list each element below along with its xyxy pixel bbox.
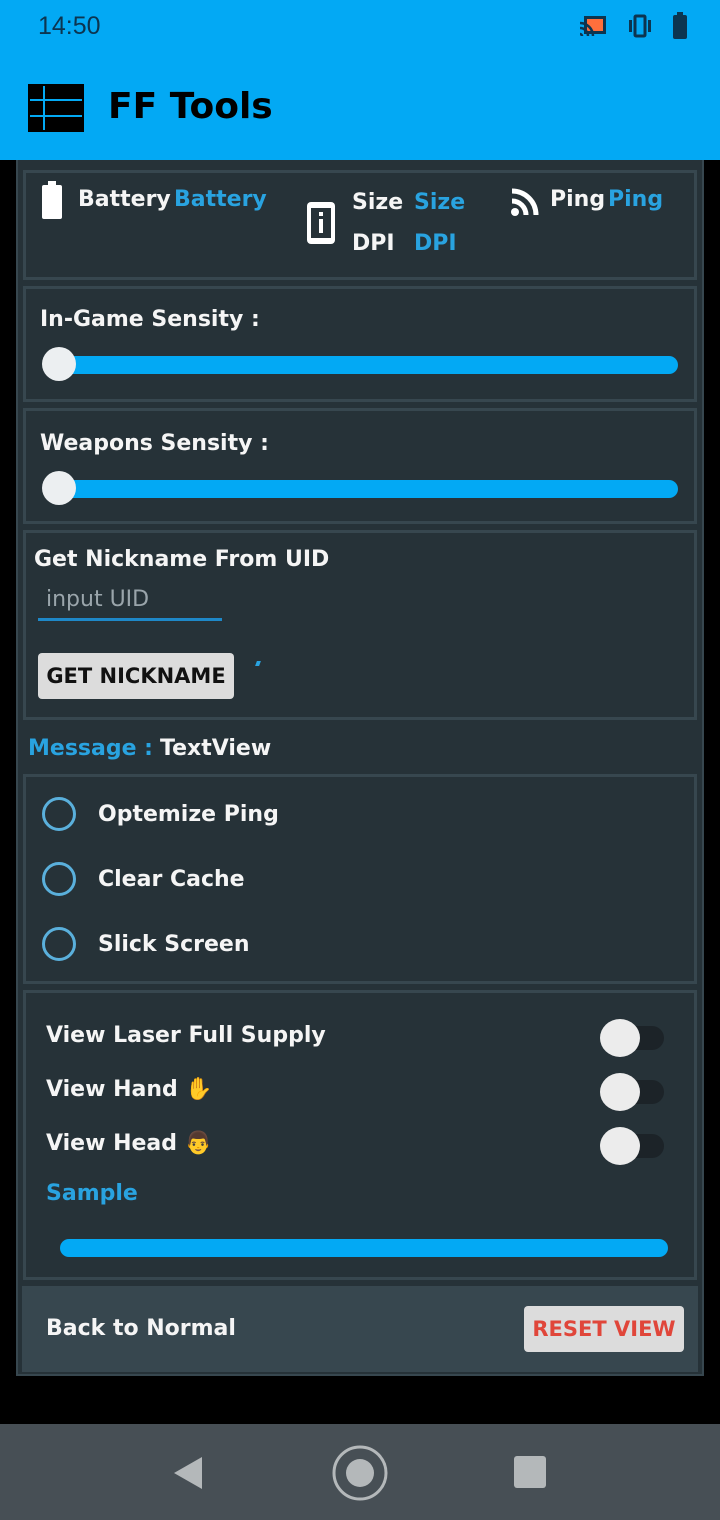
battery-label: Battery: [78, 187, 171, 212]
rss-ping-icon: [510, 187, 540, 221]
options-card: Optemize Ping Clear Cache Slick Screen: [23, 774, 697, 984]
option-slick-screen[interactable]: Slick Screen: [42, 923, 250, 965]
app-bar: FF Tools: [0, 56, 720, 160]
vibrate-icon: [626, 14, 654, 42]
nickname-result-text: [255, 661, 261, 666]
size-label: Size: [352, 190, 404, 215]
option-label: Optemize Ping: [98, 801, 279, 827]
view-hand-switch[interactable]: [600, 1073, 666, 1111]
slider-thumb[interactable]: [42, 471, 76, 505]
reset-bar: Back to Normal RESET VIEW: [22, 1286, 698, 1372]
dpi-label: DPI: [352, 231, 395, 256]
home-icon[interactable]: [331, 1444, 389, 1506]
toggle-row-head: View Head 👨: [46, 1125, 666, 1165]
reset-view-button[interactable]: RESET VIEW: [524, 1306, 684, 1352]
list-menu-icon[interactable]: [28, 84, 84, 136]
message-value: TextView: [160, 736, 272, 761]
ping-value: Ping: [608, 187, 664, 212]
option-clear-cache[interactable]: Clear Cache: [42, 858, 245, 900]
view-head-switch[interactable]: [600, 1127, 666, 1165]
toggle-label: View Head 👨: [46, 1131, 213, 1156]
option-label: Clear Cache: [98, 866, 245, 892]
recents-icon[interactable]: [514, 1456, 546, 1492]
ping-label: Ping: [550, 187, 606, 212]
option-optimize-ping[interactable]: Optemize Ping: [42, 793, 279, 835]
uid-input[interactable]: [38, 581, 222, 621]
weapons-sensitivity-card: Weapons Sensity :: [23, 408, 697, 524]
toggle-row-hand: View Hand ✋: [46, 1071, 666, 1111]
nickname-card: Get Nickname From UID GET NICKNAME: [23, 530, 697, 720]
device-info-card: Battery Battery Size Size DPI DPI Ping P…: [23, 170, 697, 280]
status-time: 14:50: [38, 12, 101, 40]
sample-label: Sample: [46, 1181, 138, 1206]
size-value: Size: [414, 190, 466, 215]
slider-track[interactable]: [52, 480, 678, 498]
phone-info-icon: [306, 201, 336, 249]
battery-icon: [672, 12, 688, 44]
back-to-normal-label: Back to Normal: [46, 1316, 236, 1341]
back-icon[interactable]: [172, 1456, 204, 1494]
app-title: FF Tools: [108, 86, 273, 127]
toggle-row-laser: View Laser Full Supply: [46, 1017, 666, 1057]
sample-progress-bar: [60, 1239, 668, 1257]
radio-button[interactable]: [42, 862, 76, 896]
cast-icon: [578, 14, 608, 42]
message-label: Message :: [28, 736, 153, 761]
nickname-title: Get Nickname From UID: [34, 547, 330, 572]
slider-thumb[interactable]: [42, 347, 76, 381]
radio-button[interactable]: [42, 797, 76, 831]
in-game-sensitivity-label: In-Game Sensity :: [40, 307, 260, 332]
battery-full-icon: [42, 181, 62, 223]
get-nickname-button[interactable]: GET NICKNAME: [38, 653, 234, 699]
in-game-sensitivity-card: In-Game Sensity :: [23, 286, 697, 402]
radio-button[interactable]: [42, 927, 76, 961]
view-toggles-card: View Laser Full Supply View Hand ✋ View …: [23, 990, 697, 1280]
in-game-sensitivity-slider[interactable]: [42, 347, 678, 383]
toggle-label: View Laser Full Supply: [46, 1023, 326, 1048]
weapons-sensitivity-label: Weapons Sensity :: [40, 431, 269, 456]
status-bar: 14:50: [0, 0, 720, 56]
navigation-bar: [0, 1424, 720, 1520]
weapons-sensitivity-slider[interactable]: [42, 471, 678, 507]
battery-value: Battery: [174, 187, 267, 212]
option-label: Slick Screen: [98, 931, 250, 957]
laser-full-supply-switch[interactable]: [600, 1019, 666, 1057]
dpi-value: DPI: [414, 231, 457, 256]
slider-track[interactable]: [52, 356, 678, 374]
toggle-label: View Hand ✋: [46, 1077, 213, 1102]
main-content: Battery Battery Size Size DPI DPI Ping P…: [16, 160, 704, 1376]
